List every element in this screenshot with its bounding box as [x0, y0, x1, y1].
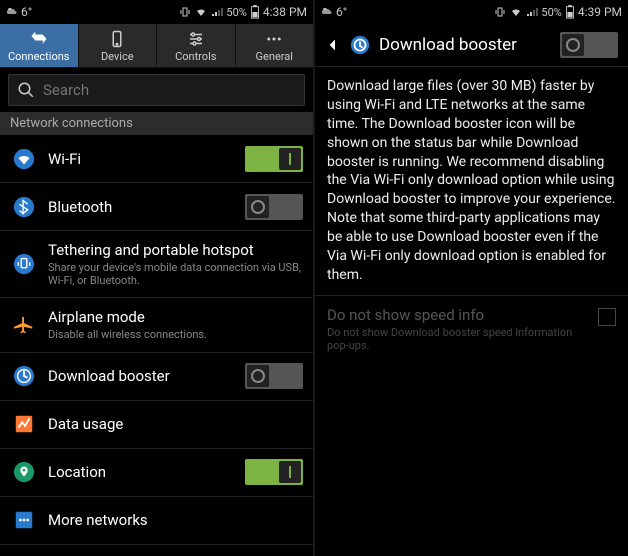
time-label: 4:39 PM: [578, 5, 622, 19]
tab-device[interactable]: Device: [79, 24, 158, 67]
vibrate-icon: [179, 6, 191, 18]
checkbox-subtitle: Do not show Download booster speed infor…: [327, 326, 590, 352]
row-title: Data usage: [48, 415, 303, 433]
section-header: Network connections: [0, 112, 313, 135]
status-bar: 6° 50% 4:39 PM: [315, 0, 628, 24]
location-icon: [10, 461, 38, 483]
data-icon: [10, 413, 38, 435]
search-input[interactable]: [43, 81, 296, 99]
download-booster-screen: 6° 50% 4:39 PM Download booster Download…: [315, 0, 628, 556]
booster-toggle[interactable]: [560, 32, 618, 58]
battery-icon: [565, 5, 575, 19]
battery-label: 50%: [541, 6, 561, 19]
toggle-wifi[interactable]: [245, 146, 303, 172]
page-header: Download booster: [315, 24, 628, 67]
settings-row-location[interactable]: Location: [0, 449, 313, 497]
toggle-bluetooth[interactable]: [245, 194, 303, 220]
rows-list: Wi-Fi Bluetooth Tethering and portable hot…: [0, 135, 313, 545]
settings-row-wifi[interactable]: Wi-Fi: [0, 135, 313, 183]
settings-row-bluetooth[interactable]: Bluetooth: [0, 183, 313, 231]
weather-icon: [6, 6, 18, 18]
row-title: Location: [48, 463, 245, 481]
bluetooth-icon: [10, 196, 38, 218]
toggle-location[interactable]: [245, 459, 303, 485]
row-title: Bluetooth: [48, 198, 245, 216]
settings-screen: 6° 50% 4:38 PM Connections Device Contro…: [0, 0, 313, 556]
device-icon: [108, 30, 126, 48]
checkbox-title: Do not show speed info: [327, 306, 590, 324]
time-label: 4:38 PM: [263, 5, 307, 19]
battery-icon: [250, 5, 260, 19]
search-bar[interactable]: [8, 74, 305, 106]
tab-general[interactable]: General: [236, 24, 314, 67]
speed-info-checkbox-row: Do not show speed info Do not show Downl…: [315, 295, 628, 362]
tether-icon: [10, 253, 38, 275]
tab-controls[interactable]: Controls: [157, 24, 236, 67]
temp-label: 6°: [21, 5, 32, 19]
row-title: Airplane mode: [48, 308, 303, 326]
tab-label: General: [256, 50, 293, 63]
booster-icon: [349, 34, 371, 56]
settings-row-data[interactable]: Data usage: [0, 401, 313, 449]
weather-icon: [321, 6, 333, 18]
tab-connections[interactable]: Connections: [0, 24, 79, 67]
row-title: Download booster: [48, 367, 245, 385]
booster-icon: [10, 365, 38, 387]
page-title: Download booster: [379, 35, 560, 55]
signal-icon: [526, 6, 538, 18]
settings-tabs: Connections Device Controls General: [0, 24, 313, 68]
signal-icon: [211, 6, 223, 18]
wifi-status-icon: [509, 6, 523, 18]
vibrate-icon: [494, 6, 506, 18]
battery-label: 50%: [226, 6, 246, 19]
general-icon: [264, 30, 284, 48]
wifi-icon: [10, 148, 38, 170]
settings-row-airplane[interactable]: Airplane mode Disable all wireless connec…: [0, 298, 313, 352]
row-title: Tethering and portable hotspot: [48, 241, 303, 259]
search-icon: [17, 81, 35, 99]
toggle-booster[interactable]: [245, 363, 303, 389]
status-bar: 6° 50% 4:38 PM: [0, 0, 313, 24]
description-text: Download large files (over 30 MB) faster…: [315, 67, 628, 295]
row-title: More networks: [48, 511, 303, 529]
row-subtitle: Share your device's mobile data connecti…: [48, 261, 303, 287]
settings-row-tether[interactable]: Tethering and portable hotspot Share your…: [0, 231, 313, 298]
airplane-icon: [10, 314, 38, 336]
row-subtitle: Disable all wireless connections.: [48, 328, 303, 341]
tab-label: Device: [101, 50, 134, 63]
temp-label: 6°: [336, 5, 347, 19]
row-title: Wi-Fi: [48, 150, 245, 168]
tab-label: Controls: [175, 50, 216, 63]
checkbox: [598, 308, 616, 326]
tab-label: Connections: [8, 50, 69, 63]
wifi-status-icon: [194, 6, 208, 18]
connections-icon: [28, 30, 50, 48]
controls-icon: [186, 30, 206, 48]
back-button[interactable]: [325, 35, 341, 55]
settings-row-more[interactable]: More networks: [0, 497, 313, 545]
more-icon: [10, 509, 38, 531]
settings-row-booster[interactable]: Download booster: [0, 353, 313, 401]
